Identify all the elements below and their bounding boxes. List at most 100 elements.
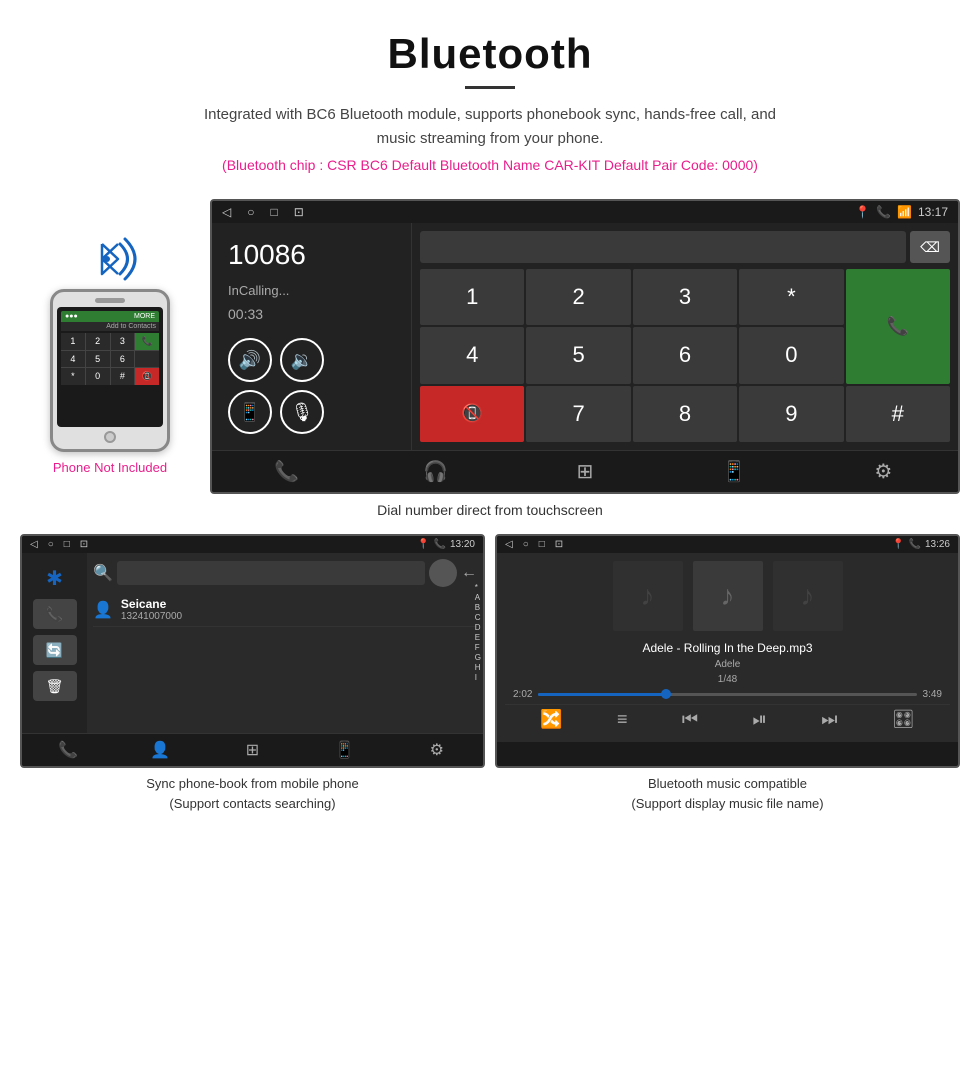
cs-volume-up-btn[interactable]: 🔊 [228, 338, 272, 382]
cs-transfer-btn[interactable]: 📱 [228, 390, 272, 434]
pb-alpha-g[interactable]: G [475, 653, 481, 662]
cs-key-8[interactable]: 8 [633, 386, 737, 442]
phone-key-endcall[interactable]: 📵 [135, 368, 159, 385]
pb-alpha-h[interactable]: H [475, 663, 481, 672]
phone-key-2[interactable]: 2 [86, 333, 110, 350]
phone-key-5[interactable]: 5 [86, 351, 110, 367]
ms-time-current: 2:02 [513, 689, 532, 700]
pb-back-arrow[interactable]: ← [461, 564, 477, 582]
music-caption-text: Bluetooth music compatible(Support displ… [631, 776, 823, 811]
pb-search-input[interactable] [117, 561, 425, 585]
pb-bottom-phone[interactable]: 📞 [53, 740, 83, 760]
phone-not-included-label: Phone Not Included [53, 460, 167, 475]
cs-bottom-grid-icon[interactable]: ⊞ [565, 459, 605, 484]
cs-nav-recent: □ [270, 205, 277, 219]
ms-time-total: 3:49 [923, 689, 942, 700]
cs-input-row: ⌫ [420, 231, 950, 263]
ms-next-btn[interactable]: ⏭ [821, 709, 837, 730]
cs-statusbar-left: ◁ ○ □ ⊡ [222, 205, 304, 219]
cs-key-2[interactable]: 2 [526, 269, 630, 325]
cs-key-4[interactable]: 4 [420, 327, 524, 383]
ms-shuffle-btn[interactable]: 🔀 [540, 709, 562, 730]
cs-phone-number: 10086 [228, 239, 395, 271]
phone-key-hash[interactable]: # [111, 368, 135, 385]
cs-key-9[interactable]: 9 [739, 386, 843, 442]
tech-info: (Bluetooth chip : CSR BC6 Default Blueto… [20, 157, 960, 173]
pb-phone-btn[interactable]: 📞 [33, 599, 77, 629]
pb-search-row: 🔍 ← [93, 559, 477, 587]
pb-delete-btn[interactable]: 🗑 [33, 671, 77, 701]
phone-key-call[interactable]: 📞 [135, 333, 159, 350]
cs-key-endcall[interactable]: 📵 [420, 386, 524, 442]
ms-play-btn[interactable]: ⏯ [753, 709, 767, 730]
phone-key-3[interactable]: 3 [111, 333, 135, 350]
pb-alpha-d[interactable]: D [475, 623, 481, 632]
ms-nav-back: ◁ [505, 539, 513, 550]
cs-bottom-headset-icon[interactable]: 🎧 [416, 459, 456, 484]
ms-progress-dot [661, 689, 671, 699]
pb-alpha-a[interactable]: A [475, 593, 481, 602]
title-divider [465, 86, 515, 89]
cs-bottom-phone-icon[interactable]: 📞 [267, 459, 307, 484]
pb-sync-btn[interactable]: 🔄 [33, 635, 77, 665]
cs-backspace-btn[interactable]: ⌫ [910, 231, 950, 263]
cs-key-0[interactable]: 0 [739, 327, 843, 383]
pb-nav-recent: □ [64, 539, 70, 550]
cs-key-6[interactable]: 6 [633, 327, 737, 383]
pb-alpha-c[interactable]: C [475, 613, 481, 622]
home-button[interactable] [104, 431, 116, 443]
pb-alpha-b[interactable]: B [475, 603, 481, 612]
pb-alpha-e[interactable]: E [475, 633, 481, 642]
phone-key-0[interactable]: 0 [86, 368, 110, 385]
cs-key-star[interactable]: * [739, 269, 843, 325]
music-screen: ◁ ○ □ ⊡ 📍 📞 13:26 ♪ ♪ ♪ Adele - Rolling … [495, 534, 960, 768]
cs-bottom-settings-icon[interactable]: ⚙ [863, 459, 903, 484]
ms-song-title: Adele - Rolling In the Deep.mp3 [642, 641, 812, 655]
cs-calling-label: InCalling... [228, 283, 395, 298]
pb-alpha-i[interactable]: I [475, 673, 481, 682]
pb-bottom-settings[interactable]: ⚙ [422, 740, 452, 760]
cs-key-5[interactable]: 5 [526, 327, 630, 383]
page-title: Bluetooth [20, 30, 960, 78]
cs-volume-down-btn[interactable]: 🔉 [280, 338, 324, 382]
ms-playlist-btn[interactable]: ≡ [617, 709, 628, 730]
cs-mic-btn[interactable]: 🎙 [280, 390, 324, 434]
phone-key-star[interactable]: * [61, 368, 85, 385]
pb-circle-btn[interactable] [429, 559, 457, 587]
ms-eq-btn[interactable]: 🎛 [892, 709, 915, 730]
ms-time: 13:26 [925, 539, 950, 550]
ms-statusbar: ◁ ○ □ ⊡ 📍 📞 13:26 [497, 536, 958, 553]
pb-alpha-star[interactable]: * [475, 583, 481, 592]
pb-bottom-grid[interactable]: ⊞ [237, 740, 267, 760]
header-description: Integrated with BC6 Bluetooth module, su… [190, 103, 790, 151]
pb-nav-back: ◁ [30, 539, 38, 550]
pb-bottom-mobile[interactable]: 📱 [330, 740, 360, 760]
phone-key-1[interactable]: 1 [61, 333, 85, 350]
pb-nav-dl: ⊡ [80, 539, 88, 550]
pb-contact-row[interactable]: 👤 Seicane 13241007000 [93, 593, 477, 627]
cs-key-call[interactable]: 📞 [846, 269, 950, 384]
cs-key-1[interactable]: 1 [420, 269, 524, 325]
cs-key-7[interactable]: 7 [526, 386, 630, 442]
ms-prev-btn[interactable]: ⏮ [682, 709, 698, 730]
cs-key-hash[interactable]: # [846, 386, 950, 442]
cs-key-3[interactable]: 3 [633, 269, 737, 325]
ms-progress-bar[interactable] [538, 693, 916, 696]
cs-dial-input[interactable] [420, 231, 906, 263]
cs-statusbar-right: 📍 📞 📶 13:17 [855, 205, 948, 219]
phone-speaker [95, 298, 125, 303]
ms-artist: Adele [715, 659, 741, 670]
cs-bottom-mobile-icon[interactable]: 📱 [714, 459, 754, 484]
phone-mockup: ●●● MORE Add to Contacts 1 2 3 📞 4 5 6 *… [50, 289, 170, 452]
cs-call-timer: 00:33 [228, 306, 395, 322]
phone-key-6[interactable]: 6 [111, 351, 135, 367]
ms-call-icon: 📞 [909, 539, 921, 550]
music-caption: Bluetooth music compatible(Support displ… [495, 768, 960, 819]
pb-bottom-user[interactable]: 👤 [145, 740, 175, 760]
phone-key-4[interactable]: 4 [61, 351, 85, 367]
pb-bt-icon: ✱ [33, 563, 77, 593]
cs-call-icon: 📞 [876, 205, 891, 219]
pb-alpha-f[interactable]: F [475, 643, 481, 652]
pb-search-icon: 🔍 [93, 563, 113, 583]
cs-dialpad: 1 2 3 * 📞 4 5 6 0 📵 7 8 9 # [420, 269, 950, 442]
